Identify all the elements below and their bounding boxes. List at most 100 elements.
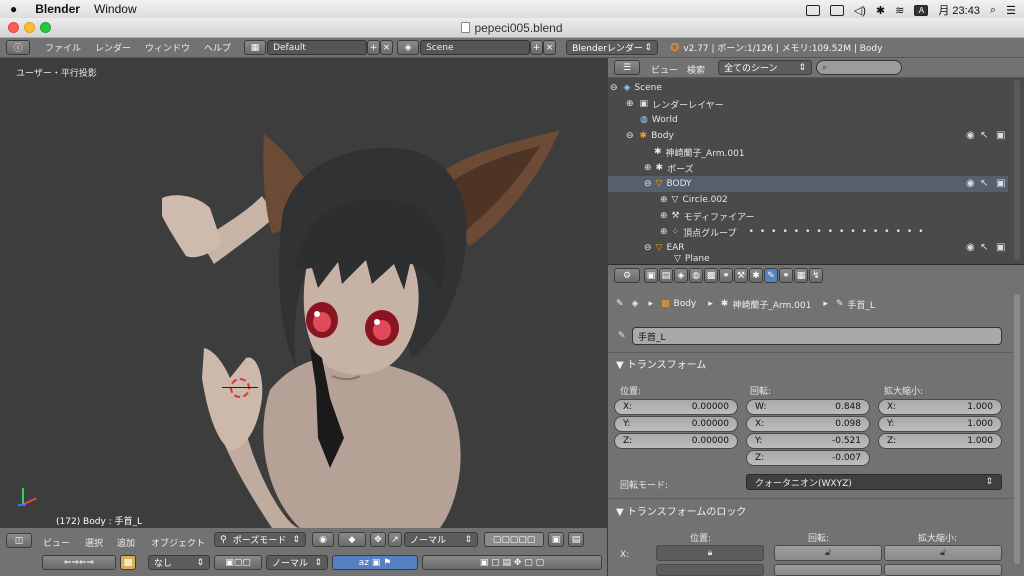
lock-scale-y-button[interactable] bbox=[884, 564, 1002, 576]
body-select-icon[interactable]: ↖ bbox=[980, 130, 988, 141]
3d-viewport[interactable]: ユーザー・平行投影 (172) Body: 手首_L bbox=[0, 58, 607, 528]
manipulator-move[interactable]: ↗ bbox=[388, 532, 402, 547]
menu-render[interactable]: レンダー bbox=[88, 41, 138, 54]
volume-icon[interactable]: ◁) bbox=[854, 4, 866, 17]
outliner-scrollbar[interactable] bbox=[1014, 80, 1020, 260]
bone-name-input[interactable]: 手首_L bbox=[632, 327, 1002, 345]
expand-icon[interactable]: ⊕ bbox=[644, 163, 652, 173]
editor-type-properties-button[interactable]: ⚙ bbox=[614, 268, 640, 283]
remove-layout-button[interactable]: × bbox=[380, 40, 394, 55]
add-layout-button[interactable]: + bbox=[367, 40, 381, 55]
rotation-z-field[interactable]: Z: -0.007 bbox=[746, 450, 870, 466]
lock-rotation-y-button[interactable] bbox=[774, 564, 882, 576]
bodymesh-select-icon[interactable]: ↖ bbox=[980, 178, 988, 189]
menu-window[interactable]: ウィンドウ bbox=[138, 41, 197, 54]
ear-visibility-eye-icon[interactable]: ◉ bbox=[966, 242, 975, 253]
render-engine-dropdown[interactable]: Blenderレンダー ⇕ bbox=[566, 40, 659, 55]
rotation-mode-dropdown[interactable]: クォータニオン(WXYZ) ⇕ bbox=[746, 474, 1002, 490]
tab-world[interactable]: ◍ bbox=[689, 268, 703, 283]
3d-cursor[interactable] bbox=[230, 378, 250, 398]
tab-physics[interactable]: ↯ bbox=[809, 268, 823, 283]
ear-select-icon[interactable]: ↖ bbox=[980, 242, 988, 253]
bluetooth-icon[interactable]: ✱ bbox=[876, 4, 885, 17]
editor-type-info-button[interactable]: ⓘ bbox=[6, 40, 30, 55]
outliner-row-pose[interactable]: ⊕ ✱ ポーズ bbox=[608, 160, 1008, 176]
tab-layers[interactable]: ▤ bbox=[659, 268, 673, 283]
search-icon[interactable]: ⌕ bbox=[990, 4, 996, 17]
tab-modifiers[interactable]: ⚒ bbox=[734, 268, 748, 283]
mode-dropdown[interactable]: ⚲ ポーズモード ⇕ bbox=[214, 532, 306, 547]
keying-set-dropdown[interactable]: なし ⇕ bbox=[148, 555, 210, 570]
manipulator-toggle[interactable]: ✥ bbox=[370, 532, 386, 547]
lock-rotation-x-button[interactable]: 🔓︎ bbox=[774, 545, 882, 561]
frame-buttons[interactable]: ▣▢▢ bbox=[214, 555, 262, 570]
expand-icon[interactable]: ⊖ bbox=[626, 131, 634, 141]
screen-layout-field[interactable]: Default bbox=[267, 40, 368, 55]
location-y-field[interactable]: Y: 0.00000 bbox=[614, 416, 738, 432]
outliner-menu-search[interactable]: 検索 bbox=[680, 63, 712, 76]
location-z-field[interactable]: Z: 0.00000 bbox=[614, 433, 738, 449]
outliner-row-plane[interactable]: ▽ Plane bbox=[608, 254, 1008, 264]
editor-type-3d-button[interactable]: ◫ bbox=[6, 533, 32, 548]
properties-scrollbar[interactable] bbox=[1014, 294, 1020, 564]
snap-buttons[interactable]: az ▣ ⚑ bbox=[332, 555, 418, 570]
airplay-icon[interactable] bbox=[829, 4, 844, 16]
screen-layout-icon[interactable]: ▦ bbox=[244, 40, 267, 55]
orientation2-dropdown[interactable]: ノーマル ⇕ bbox=[266, 555, 328, 570]
scale-x-field[interactable]: X: 1.000 bbox=[878, 399, 1002, 415]
outliner-row-world[interactable]: ◍ World bbox=[608, 112, 1008, 128]
outliner-search-input[interactable]: ⌕ bbox=[816, 60, 902, 75]
body-render-icon[interactable]: ▣ bbox=[996, 130, 1005, 141]
extra-tools[interactable]: ▣ ▢ ▤ ✥ ▢ ▢ bbox=[422, 555, 602, 570]
expand-icon[interactable]: ⊖ bbox=[644, 243, 652, 253]
menu-view[interactable]: ビュー bbox=[36, 536, 77, 549]
pin-icon[interactable]: ✎ bbox=[616, 299, 624, 309]
outliner-row-body[interactable]: ⊖ ✱ Body bbox=[608, 128, 1008, 144]
scene-filter-dropdown[interactable]: 全てのシーン ⇕ bbox=[718, 60, 812, 75]
apple-icon[interactable]: ● bbox=[10, 2, 17, 16]
rotation-y-field[interactable]: Y: -0.521 bbox=[746, 433, 870, 449]
lock-location-y-button[interactable] bbox=[656, 564, 764, 576]
pivot-button[interactable]: ◆ bbox=[338, 532, 366, 547]
rotation-x-field[interactable]: X: 0.098 bbox=[746, 416, 870, 432]
rotation-w-field[interactable]: W: 0.848 bbox=[746, 399, 870, 415]
remove-scene-button[interactable]: × bbox=[543, 40, 557, 55]
outliner-menu-view[interactable]: ビュー bbox=[644, 63, 685, 76]
tab-scene[interactable]: ◈ bbox=[674, 268, 688, 283]
expand-icon[interactable]: ⊕ bbox=[660, 227, 668, 237]
input-indicator[interactable]: A bbox=[914, 4, 929, 16]
screen-icon[interactable] bbox=[805, 4, 820, 16]
editor-type-outliner-button[interactable]: ☰ bbox=[614, 60, 640, 75]
tab-armature[interactable]: ✱ bbox=[749, 268, 763, 283]
body-visibility-eye-icon[interactable]: ◉ bbox=[966, 130, 975, 141]
lock-scale-x-button[interactable]: 🔓︎ bbox=[884, 545, 1002, 561]
expand-icon[interactable]: ⊕ bbox=[660, 211, 668, 221]
menu-file[interactable]: ファイル bbox=[38, 41, 88, 54]
outliner-row-body-mesh[interactable]: ⊖ ▽ BODY bbox=[608, 176, 1008, 192]
tab-constraints[interactable]: ⚭ bbox=[719, 268, 733, 283]
render-button[interactable]: ▤ bbox=[568, 532, 584, 547]
scale-y-field[interactable]: Y: 1.000 bbox=[878, 416, 1002, 432]
expand-icon[interactable]: ⊖ bbox=[610, 83, 618, 93]
tab-render[interactable]: ▣ bbox=[644, 268, 658, 283]
app-name[interactable]: Blender bbox=[35, 2, 80, 16]
prev-keyframe-buttons[interactable]: ⇐⇒⇐⇒ bbox=[42, 555, 116, 570]
outliner-row-scene[interactable]: ⊖ ◈ Scene bbox=[608, 80, 1008, 96]
orientation-dropdown[interactable]: ノーマル ⇕ bbox=[404, 532, 478, 547]
clock[interactable]: 月 23:43 bbox=[938, 2, 980, 18]
tab-object[interactable]: ▩ bbox=[704, 268, 718, 283]
lock-camera-button[interactable]: ▣ bbox=[548, 532, 564, 547]
location-x-field[interactable]: X: 0.00000 bbox=[614, 399, 738, 415]
tab-bone-constraints[interactable]: ⚭ bbox=[779, 268, 793, 283]
pose-lib-icon[interactable]: ▩ bbox=[120, 555, 136, 570]
outliner-row-vertex-groups[interactable]: ⊕ ⁘ 頂点グループ •••••••••••••••• bbox=[608, 224, 1008, 240]
menu-list-icon[interactable]: ☰ bbox=[1006, 4, 1016, 17]
bodymesh-render-icon[interactable]: ▣ bbox=[996, 178, 1005, 189]
outliner-row-armature[interactable]: ✱ 神崎蘭子_Arm.001 bbox=[608, 144, 1008, 160]
expand-icon[interactable]: ⊖ bbox=[644, 179, 652, 189]
menu-object[interactable]: オブジェクト bbox=[144, 536, 212, 549]
transform-panel-header[interactable]: ▼ トランスフォーム bbox=[616, 356, 706, 371]
menu-add[interactable]: 追加 bbox=[110, 536, 142, 549]
wifi-icon[interactable]: ≋ bbox=[895, 4, 904, 17]
lock-location-x-button[interactable]: 🔒︎ bbox=[656, 545, 764, 561]
